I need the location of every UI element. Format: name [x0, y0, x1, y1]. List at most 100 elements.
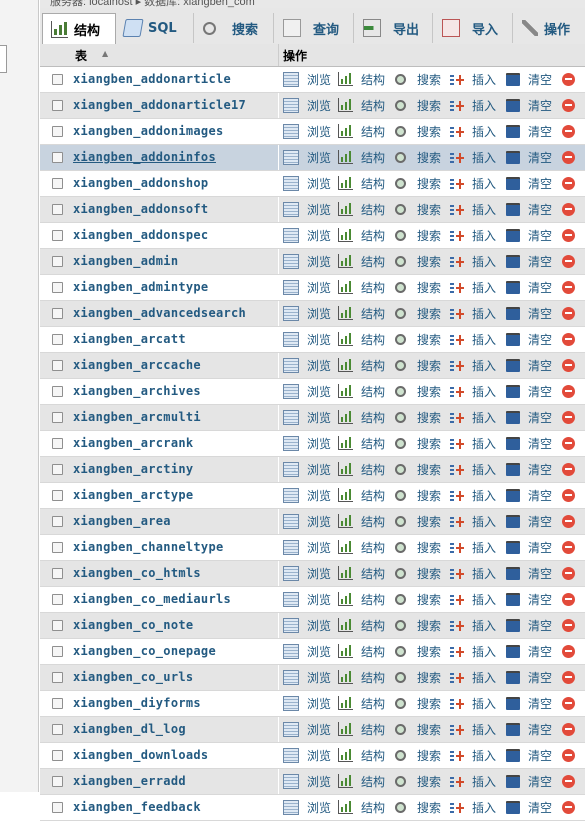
empty-action[interactable]: 清空	[506, 591, 552, 607]
table-row[interactable]: xiangben_co_htmls 浏览 结构 搜索 插入 清空	[40, 561, 585, 587]
insert-action[interactable]: 插入	[450, 305, 496, 321]
drop-action[interactable]	[562, 175, 575, 191]
browse-action[interactable]: 浏览	[283, 253, 331, 269]
table-row[interactable]: xiangben_area 浏览 结构 搜索 插入 清空	[40, 509, 585, 535]
structure-action[interactable]: 结构	[338, 305, 385, 321]
row-checkbox[interactable]	[52, 724, 63, 735]
tab-operations[interactable]: 操作	[514, 13, 585, 43]
search-action[interactable]: 搜索	[393, 331, 441, 347]
search-action[interactable]: 搜索	[393, 253, 441, 269]
table-row[interactable]: xiangben_arctype 浏览 结构 搜索 插入 清空	[40, 483, 585, 509]
drop-action[interactable]	[562, 409, 575, 425]
table-row[interactable]: xiangben_co_mediaurls 浏览 结构 搜索 插入 清空	[40, 587, 585, 613]
drop-action[interactable]	[562, 591, 575, 607]
drop-action[interactable]	[562, 695, 575, 711]
table-name-link[interactable]: xiangben_co_urls	[73, 670, 193, 684]
structure-action[interactable]: 结构	[338, 123, 385, 139]
insert-action[interactable]: 插入	[450, 539, 496, 555]
search-action[interactable]: 搜索	[393, 227, 441, 243]
search-action[interactable]: 搜索	[393, 539, 441, 555]
browse-action[interactable]: 浏览	[283, 97, 331, 113]
table-name-link[interactable]: xiangben_arcatt	[73, 332, 186, 346]
browse-action[interactable]: 浏览	[283, 383, 331, 399]
row-checkbox[interactable]	[52, 230, 63, 241]
drop-action[interactable]	[562, 227, 575, 243]
row-checkbox[interactable]	[52, 100, 63, 111]
browse-action[interactable]: 浏览	[283, 123, 331, 139]
browse-action[interactable]: 浏览	[283, 357, 331, 373]
table-column-header[interactable]: 表	[75, 47, 87, 64]
row-checkbox[interactable]	[52, 464, 63, 475]
table-name-link[interactable]: xiangben_addonimages	[73, 124, 224, 138]
search-action[interactable]: 搜索	[393, 799, 441, 815]
insert-action[interactable]: 插入	[450, 279, 496, 295]
table-name-link[interactable]: xiangben_co_mediaurls	[73, 592, 231, 606]
empty-action[interactable]: 清空	[506, 71, 552, 87]
table-name-link[interactable]: xiangben_co_htmls	[73, 566, 201, 580]
search-action[interactable]: 搜索	[393, 279, 441, 295]
tab-search[interactable]: 搜索	[195, 13, 274, 43]
empty-action[interactable]: 清空	[506, 383, 552, 399]
table-row[interactable]: xiangben_addoninfos 浏览 结构 搜索 插入 清空	[40, 145, 585, 171]
empty-action[interactable]: 清空	[506, 747, 552, 763]
table-name-link[interactable]: xiangben_arctiny	[73, 462, 193, 476]
insert-action[interactable]: 插入	[450, 71, 496, 87]
table-row[interactable]: xiangben_addonsoft 浏览 结构 搜索 插入 清空	[40, 197, 585, 223]
table-row[interactable]: xiangben_downloads 浏览 结构 搜索 插入 清空	[40, 743, 585, 769]
empty-action[interactable]: 清空	[506, 695, 552, 711]
structure-action[interactable]: 结构	[338, 513, 385, 529]
row-checkbox[interactable]	[52, 152, 63, 163]
structure-action[interactable]: 结构	[338, 253, 385, 269]
structure-action[interactable]: 结构	[338, 201, 385, 217]
browse-action[interactable]: 浏览	[283, 721, 331, 737]
drop-action[interactable]	[562, 201, 575, 217]
row-checkbox[interactable]	[52, 412, 63, 423]
empty-action[interactable]: 清空	[506, 331, 552, 347]
table-row[interactable]: xiangben_addonarticle 浏览 结构 搜索 插入 清空	[40, 67, 585, 93]
table-row[interactable]: xiangben_addonshop 浏览 结构 搜索 插入 清空	[40, 171, 585, 197]
search-action[interactable]: 搜索	[393, 175, 441, 191]
insert-action[interactable]: 插入	[450, 253, 496, 269]
table-name-link[interactable]: xiangben_co_note	[73, 618, 193, 632]
row-checkbox[interactable]	[52, 646, 63, 657]
structure-action[interactable]: 结构	[338, 461, 385, 477]
table-row[interactable]: xiangben_co_onepage 浏览 结构 搜索 插入 清空	[40, 639, 585, 665]
browse-action[interactable]: 浏览	[283, 461, 331, 477]
browse-action[interactable]: 浏览	[283, 149, 331, 165]
empty-action[interactable]: 清空	[506, 305, 552, 321]
empty-action[interactable]: 清空	[506, 357, 552, 373]
drop-action[interactable]	[562, 279, 575, 295]
structure-action[interactable]: 结构	[338, 617, 385, 633]
table-row[interactable]: xiangben_addonspec 浏览 结构 搜索 插入 清空	[40, 223, 585, 249]
sort-ascending-icon[interactable]: ▲	[102, 49, 108, 58]
browse-action[interactable]: 浏览	[283, 71, 331, 87]
table-name-link[interactable]: xiangben_erradd	[73, 774, 186, 788]
table-row[interactable]: xiangben_diyforms 浏览 结构 搜索 插入 清空	[40, 691, 585, 717]
table-name-link[interactable]: xiangben_addonarticle17	[73, 98, 246, 112]
drop-action[interactable]	[562, 435, 575, 451]
table-name-link[interactable]: xiangben_admin	[73, 254, 178, 268]
browse-action[interactable]: 浏览	[283, 591, 331, 607]
empty-action[interactable]: 清空	[506, 123, 552, 139]
insert-action[interactable]: 插入	[450, 383, 496, 399]
table-name-link[interactable]: xiangben_addonshop	[73, 176, 208, 190]
table-row[interactable]: xiangben_archives 浏览 结构 搜索 插入 清空	[40, 379, 585, 405]
row-checkbox[interactable]	[52, 438, 63, 449]
row-checkbox[interactable]	[52, 256, 63, 267]
search-action[interactable]: 搜索	[393, 97, 441, 113]
search-action[interactable]: 搜索	[393, 123, 441, 139]
browse-action[interactable]: 浏览	[283, 227, 331, 243]
row-checkbox[interactable]	[52, 620, 63, 631]
table-name-link[interactable]: xiangben_advancedsearch	[73, 306, 246, 320]
structure-action[interactable]: 结构	[338, 409, 385, 425]
browse-action[interactable]: 浏览	[283, 799, 331, 815]
browse-action[interactable]: 浏览	[283, 409, 331, 425]
structure-action[interactable]: 结构	[338, 435, 385, 451]
structure-action[interactable]: 结构	[338, 97, 385, 113]
table-row[interactable]: xiangben_arctiny 浏览 结构 搜索 插入 清空	[40, 457, 585, 483]
row-checkbox[interactable]	[52, 750, 63, 761]
structure-action[interactable]: 结构	[338, 591, 385, 607]
browse-action[interactable]: 浏览	[283, 279, 331, 295]
search-action[interactable]: 搜索	[393, 565, 441, 581]
insert-action[interactable]: 插入	[450, 331, 496, 347]
